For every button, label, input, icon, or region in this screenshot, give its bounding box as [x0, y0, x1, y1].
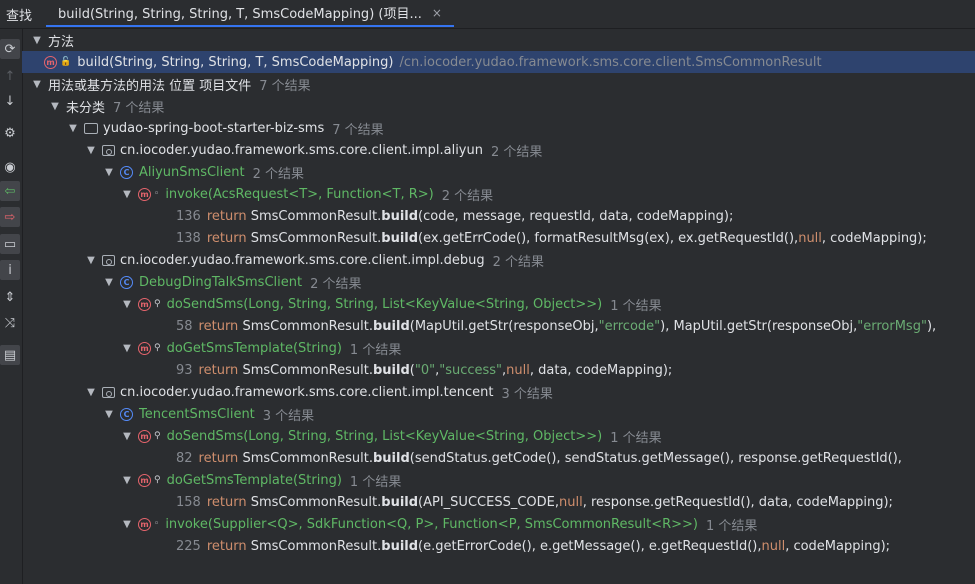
- usage-line-tencent-82[interactable]: 82 return SmsCommonResult. build (sendStat…: [22, 447, 975, 469]
- tree-node-target-method[interactable]: m 🔓 build(String, String, String, T, Sms…: [22, 51, 975, 73]
- class-icon: C: [120, 165, 133, 179]
- package-icon: [102, 254, 115, 266]
- method-icon: m: [138, 517, 151, 531]
- find-toolwindow-header: 查找 build(String, String, String, T, SmsC…: [0, 0, 975, 29]
- private-visibility-icon: ⚲: [154, 475, 161, 485]
- chevron-down-icon[interactable]: ▼: [120, 431, 134, 442]
- method-icon: m: [138, 187, 151, 201]
- tree-node-module[interactable]: ▼ yudao-spring-boot-starter-biz-sms 7 个结…: [22, 117, 975, 139]
- chevron-down-icon[interactable]: ▼: [120, 189, 134, 200]
- usage-line-tencent-225[interactable]: 225 return SmsCommonResult. build (e.getEr…: [22, 535, 975, 557]
- tree-node-class-debug[interactable]: ▼ C DebugDingTalkSmsClient 2 个结果: [22, 271, 975, 293]
- usage-line-aliyun-138[interactable]: 138 return SmsCommonResult. build (ex.getE…: [22, 227, 975, 249]
- chevron-down-icon[interactable]: ▼: [30, 35, 44, 46]
- chevron-down-icon[interactable]: ▼: [66, 123, 80, 134]
- tree-node-package-debug[interactable]: ▼ cn.iocoder.yudao.framework.sms.core.cl…: [22, 249, 975, 271]
- tree-node-class-tencent[interactable]: ▼ C TencentSmsClient 3 个结果: [22, 403, 975, 425]
- info-icon[interactable]: i: [0, 260, 20, 280]
- expand-all-icon[interactable]: ⇕: [0, 287, 20, 307]
- tree-node-method-dosendsms-debug[interactable]: ▼ m ⚲ doSendSms(Long, String, String, Li…: [22, 293, 975, 315]
- chevron-down-icon[interactable]: ▼: [84, 255, 98, 266]
- package-icon: [102, 386, 115, 398]
- preview-icon[interactable]: ◉: [0, 157, 20, 177]
- chevron-down-icon[interactable]: ▼: [120, 475, 134, 486]
- chevron-down-icon[interactable]: ▼: [48, 101, 62, 112]
- chevron-down-icon[interactable]: ▼: [102, 409, 116, 420]
- chevron-down-icon[interactable]: ▼: [120, 299, 134, 310]
- settings-icon[interactable]: ⚙: [0, 123, 20, 143]
- usages-tree: ▼ 方法 m 🔓 build(String, String, String, T…: [22, 29, 975, 584]
- tree-node-method-invoke-aliyun[interactable]: ▼ m ◦ invoke(AcsRequest<T>, Function<T, …: [22, 183, 975, 205]
- find-label: 查找: [6, 9, 33, 24]
- usage-line-debug-93[interactable]: 93 return SmsCommonResult. build("0", "su…: [22, 359, 975, 381]
- method-icon: m: [138, 429, 151, 443]
- private-visibility-icon: ⚲: [154, 299, 161, 309]
- tree-node-method-invoke-tencent[interactable]: ▼ m ◦ invoke(Supplier<Q>, SdkFunction<Q,…: [22, 513, 975, 535]
- module-folder-icon: [84, 122, 98, 134]
- tree-node-package-tencent[interactable]: ▼ cn.iocoder.yudao.framework.sms.core.cl…: [22, 381, 975, 403]
- chevron-down-icon[interactable]: ▼: [84, 145, 98, 156]
- protected-visibility-icon: ◦: [154, 519, 160, 529]
- previous-occurrence-icon[interactable]: ↑: [0, 66, 20, 86]
- usage-line-debug-58[interactable]: 58 return SmsCommonResult. build (MapUtil.…: [22, 315, 975, 337]
- protected-visibility-icon: ◦: [154, 189, 160, 199]
- public-visibility-icon: 🔓: [60, 57, 72, 67]
- chevron-down-icon[interactable]: ▼: [84, 387, 98, 398]
- method-icon: m: [138, 341, 151, 355]
- read-access-icon[interactable]: ⇦: [0, 181, 20, 201]
- chevron-down-icon[interactable]: ▼: [102, 277, 116, 288]
- tree-node-methods[interactable]: ▼ 方法: [22, 29, 975, 51]
- close-icon[interactable]: ×: [432, 6, 442, 20]
- tree-node-class-aliyun[interactable]: ▼ C AliyunSmsClient 2 个结果: [22, 161, 975, 183]
- chevron-down-icon[interactable]: ▼: [30, 79, 44, 90]
- rerun-icon[interactable]: ⟳: [0, 39, 20, 59]
- package-icon: [102, 144, 115, 156]
- private-visibility-icon: ⚲: [154, 343, 161, 353]
- tree-node-package-aliyun[interactable]: ▼ cn.iocoder.yudao.framework.sms.core.cl…: [22, 139, 975, 161]
- tree-node-usages[interactable]: ▼ 用法或基方法的用法 位置 项目文件 7 个结果: [22, 73, 975, 95]
- tree-node-method-dogetsmstemplate-debug[interactable]: ▼ m ⚲ doGetSmsTemplate(String) 1 个结果: [22, 337, 975, 359]
- method-icon: m: [44, 55, 57, 69]
- write-access-icon[interactable]: ⇨: [0, 207, 20, 227]
- chevron-down-icon[interactable]: ▼: [120, 519, 134, 530]
- chevron-down-icon[interactable]: ▼: [120, 343, 134, 354]
- tab-title: build(String, String, String, T, SmsCode…: [58, 7, 422, 22]
- next-occurrence-icon[interactable]: ↓: [0, 91, 20, 111]
- tree-node-method-dosendsms-tencent[interactable]: ▼ m ⚲ doSendSms(Long, String, String, Li…: [22, 425, 975, 447]
- side-toolbar: ⟳ ↑ ↓ ⚙ ◉ ⇦ ⇨ ▭ i ⇕ ⤨ ▤: [0, 29, 23, 584]
- collapse-all-icon[interactable]: ⤨: [0, 313, 20, 333]
- group-by-module-icon[interactable]: ▭: [0, 234, 20, 254]
- class-icon: C: [120, 407, 133, 421]
- method-icon: m: [138, 473, 151, 487]
- tree-node-method-dogetsmstemplate-tencent[interactable]: ▼ m ⚲ doGetSmsTemplate(String) 1 个结果: [22, 469, 975, 491]
- tab-usages-build[interactable]: build(String, String, String, T, SmsCode…: [46, 0, 454, 27]
- usage-line-tencent-158[interactable]: 158 return SmsCommonResult. build (API_SUC…: [22, 491, 975, 513]
- tree-node-uncategorized[interactable]: ▼ 未分类 7 个结果: [22, 95, 975, 117]
- chevron-down-icon[interactable]: ▼: [102, 167, 116, 178]
- usage-line-aliyun-136[interactable]: 136 return SmsCommonResult. build (code, m…: [22, 205, 975, 227]
- class-icon: C: [120, 275, 133, 289]
- export-icon[interactable]: ▤: [0, 345, 20, 365]
- private-visibility-icon: ⚲: [154, 431, 161, 441]
- method-icon: m: [138, 297, 151, 311]
